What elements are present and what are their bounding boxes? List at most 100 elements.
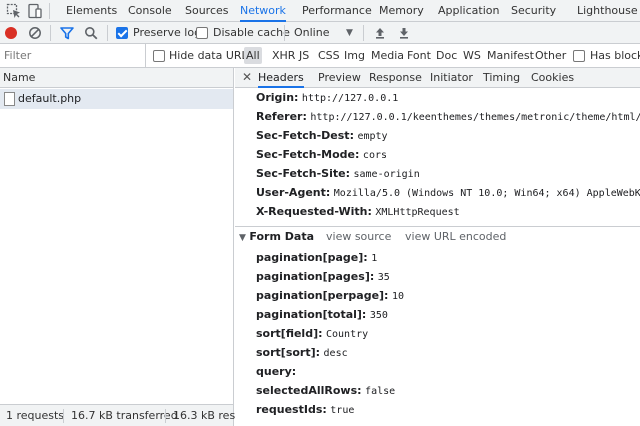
toolbar-divider <box>50 25 51 41</box>
record-icon[interactable] <box>5 27 17 39</box>
detail-tab-cookies[interactable]: Cookies <box>531 68 574 88</box>
view-source-link[interactable]: view source <box>326 227 391 247</box>
hide-data-urls-label: Hide data URLs <box>169 49 254 62</box>
import-har-icon[interactable] <box>373 26 387 43</box>
tab-elements[interactable]: Elements <box>66 0 117 22</box>
request-row[interactable]: default.php <box>0 89 233 109</box>
form-field-row-value: Country <box>326 329 369 340</box>
tab-memory[interactable]: Memory <box>379 0 424 22</box>
filter-bar: Hide data URLs All XHRJS CSSImgMediaFontDo… <box>0 44 640 68</box>
filter-type-js[interactable]: JS <box>297 47 311 64</box>
preserve-log-checkbox[interactable] <box>116 27 128 39</box>
tab-security[interactable]: Security <box>511 0 556 22</box>
header-row-value: cors <box>362 150 388 161</box>
form-field-row: pagination[perpage]: 10 <box>256 286 404 305</box>
header-row-key: Referer: <box>256 110 307 123</box>
search-icon[interactable] <box>84 26 98 43</box>
toolbar-divider <box>49 3 50 19</box>
form-field-row: pagination[page]: 1 <box>256 248 377 267</box>
filter-type-manifest[interactable]: Manifest <box>485 47 536 64</box>
request-list-pane: Name default.php 1 requests 16.7 kB tran… <box>0 68 249 426</box>
detail-tab-response[interactable]: Response <box>369 68 422 88</box>
header-row: Referer: http://127.0.0.1/keenthemes/the… <box>256 107 640 126</box>
form-field-row-key: requestIds: <box>256 403 327 416</box>
form-field-row-value: false <box>365 386 396 397</box>
filter-type-css[interactable]: CSS <box>316 47 342 64</box>
has-blocked-cookies-checkbox[interactable] <box>573 50 585 62</box>
detail-tab-initiator[interactable]: Initiator <box>430 68 473 88</box>
header-row-value: XMLHttpRequest <box>375 207 460 218</box>
detail-tab-timing[interactable]: Timing <box>483 68 520 88</box>
header-row: Sec-Fetch-Site: same-origin <box>256 164 420 183</box>
tab-lighthouse[interactable]: Lighthouse <box>577 0 638 22</box>
form-field-row-key: pagination[perpage]: <box>256 289 389 302</box>
transferred-size: 16.7 kB transferred <box>71 409 178 422</box>
filter-type-other[interactable]: Other <box>533 47 568 64</box>
hide-data-urls-checkbox[interactable] <box>153 50 165 62</box>
form-field-row-key: query: <box>256 365 297 378</box>
filter-type-all[interactable]: All <box>244 47 262 64</box>
form-field-row-value: 1 <box>371 253 378 264</box>
filter-type-doc[interactable]: Doc <box>434 47 459 64</box>
form-field-row-value: true <box>330 405 355 416</box>
header-row-value: empty <box>357 131 388 142</box>
header-row: X-Requested-With: XMLHttpRequest <box>256 202 460 221</box>
tab-console[interactable]: Console <box>128 0 172 22</box>
status-bar: 1 requests 16.7 kB transferred 16.3 kB r… <box>0 404 249 426</box>
header-row-key: Sec-Fetch-Mode: <box>256 148 360 161</box>
network-toolbar: Preserve log Disable cache Online ▼ <box>0 22 640 44</box>
view-url-encoded-link[interactable]: view URL encoded <box>405 227 506 247</box>
inspect-element-icon[interactable] <box>6 3 22 19</box>
header-row-key: User-Agent: <box>256 186 331 199</box>
filter-type-media[interactable]: Media <box>369 47 406 64</box>
form-field-row-value: desc <box>323 348 348 359</box>
form-field-row: pagination[total]: 350 <box>256 305 388 324</box>
status-divider <box>63 409 64 423</box>
form-field-row: query: <box>256 362 296 381</box>
tab-sources[interactable]: Sources <box>185 0 229 22</box>
filter-type-xhr[interactable]: XHR <box>270 47 297 64</box>
form-field-row-value: 10 <box>391 291 405 302</box>
form-data-title: Form Data <box>249 230 314 243</box>
form-field-row-value: 35 <box>377 272 390 283</box>
tab-performance[interactable]: Performance <box>302 0 372 22</box>
detail-tab-preview[interactable]: Preview <box>318 68 361 88</box>
header-row: Sec-Fetch-Dest: empty <box>256 126 388 145</box>
header-row-value: http://127.0.0.1/keenthemes/themes/metro… <box>310 112 640 123</box>
triangle-down-icon: ▼ <box>239 233 246 243</box>
has-blocked-cookies-label: Has blocke <box>590 49 640 62</box>
clear-icon[interactable] <box>28 26 42 43</box>
export-har-icon[interactable] <box>397 26 411 43</box>
devtools-tab-bar: Elements Console Sources Network Performance… <box>0 0 640 22</box>
name-column-header[interactable]: Name <box>0 68 233 88</box>
form-field-row-key: pagination[page]: <box>256 251 368 264</box>
tab-application[interactable]: Application <box>438 0 499 22</box>
filter-type-ws[interactable]: WS <box>461 47 483 64</box>
header-row-key: Sec-Fetch-Site: <box>256 167 350 180</box>
form-field-row-key: sort[sort]: <box>256 346 321 359</box>
disable-cache-checkbox[interactable] <box>196 27 208 39</box>
detail-tab-headers[interactable]: Headers <box>258 68 304 88</box>
form-field-row: requestIds: true <box>256 400 354 419</box>
preserve-log-label: Preserve log <box>133 26 202 39</box>
filter-type-img[interactable]: Img <box>342 47 367 64</box>
header-row-key: X-Requested-With: <box>256 205 372 218</box>
filter-icon[interactable] <box>60 26 74 43</box>
header-row: Origin: http://127.0.0.1 <box>256 88 398 107</box>
header-row-key: Sec-Fetch-Dest: <box>256 129 354 142</box>
form-field-row: sort[field]: Country <box>256 324 368 343</box>
form-data-header[interactable]: ▼ Form Data <box>239 227 314 247</box>
filter-type-font[interactable]: Font <box>405 47 433 64</box>
close-icon[interactable]: ✕ <box>242 68 252 87</box>
form-field-row-key: sort[field]: <box>256 327 323 340</box>
toolbar-divider <box>363 25 364 41</box>
device-toolbar-icon[interactable] <box>27 3 43 19</box>
throttling-select[interactable]: Online <box>294 22 329 44</box>
header-row: Sec-Fetch-Mode: cors <box>256 145 387 164</box>
header-row-value: same-origin <box>353 169 420 180</box>
filter-input[interactable] <box>0 44 146 67</box>
tab-network[interactable]: Network <box>240 0 286 22</box>
form-field-row: pagination[pages]: 35 <box>256 267 390 286</box>
chevron-down-icon[interactable]: ▼ <box>346 22 353 44</box>
form-field-row-key: pagination[pages]: <box>256 270 375 283</box>
